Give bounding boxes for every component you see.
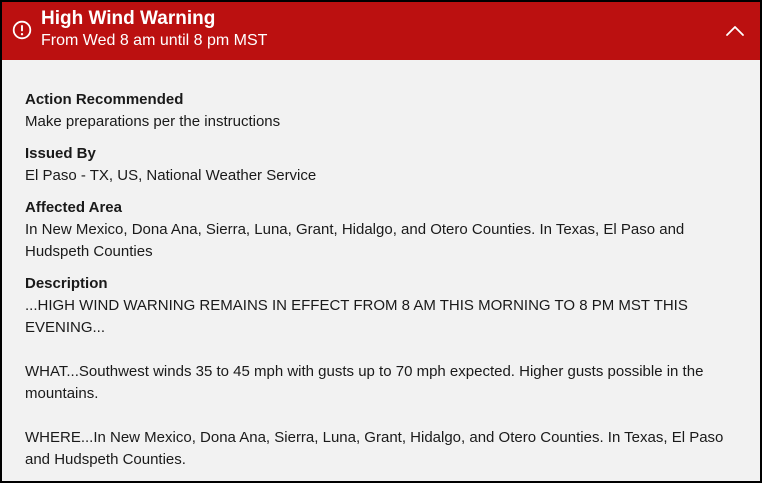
description-paragraph: WHAT...Southwest winds 35 to 45 mph with… [25,363,704,402]
action-label: Action Recommended [25,91,184,108]
chevron-up-icon[interactable] [724,20,746,42]
alert-circle-icon [12,20,32,40]
alert-panel: High Wind Warning From Wed 8 am until 8 … [0,0,762,483]
action-section: Action Recommended Make preparations per… [25,89,740,133]
area-value: In New Mexico, Dona Ana, Sierra, Luna, G… [25,221,685,260]
description-section: Description ...HIGH WIND WARNING REMAINS… [25,273,740,471]
description-paragraph: ...HIGH WIND WARNING REMAINS IN EFFECT F… [25,297,688,336]
alert-title: High Wind Warning [41,8,216,29]
issued-label: Issued By [25,145,96,162]
area-section: Affected Area In New Mexico, Dona Ana, S… [25,197,740,263]
area-label: Affected Area [25,199,122,216]
issued-section: Issued By El Paso - TX, US, National Wea… [25,143,740,187]
action-value: Make preparations per the instructions [25,113,281,130]
alert-header[interactable]: High Wind Warning From Wed 8 am until 8 … [2,2,760,60]
alert-time-range: From Wed 8 am until 8 pm MST [41,32,268,49]
description-label: Description [25,275,108,292]
issued-value: El Paso - TX, US, National Weather Servi… [25,167,317,184]
alert-details: Action Recommended Make preparations per… [25,89,740,481]
description-paragraph: WHERE...In New Mexico, Dona Ana, Sierra,… [25,429,724,468]
